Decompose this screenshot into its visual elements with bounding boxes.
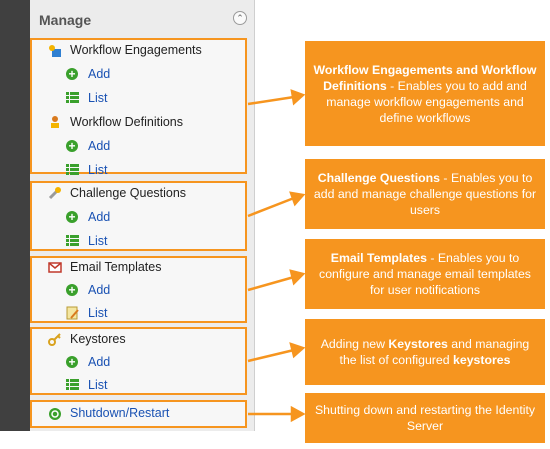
- challenge-questions-callout: Challenge Questions - Enables you to add…: [305, 159, 545, 229]
- shutdown-callout-text: Shutting down and restarting the Identit…: [314, 403, 536, 433]
- shutdown-callout: Shutting down and restarting the Identit…: [305, 393, 545, 443]
- challenge-callout-bold: Challenge Questions: [317, 171, 441, 185]
- keystores-callout-bold2: keystores: [453, 353, 511, 367]
- keystores-callout-pre: Adding new: [320, 337, 389, 351]
- workflow-callout: Workflow Engagements and Workflow Defini…: [305, 41, 545, 146]
- email-callout-bold: Email Templates: [330, 251, 427, 265]
- keystores-callout: Adding new Keystores and managing the li…: [305, 319, 545, 385]
- email-templates-callout: Email Templates - Enables you to configu…: [305, 239, 545, 309]
- keystores-callout-bold: Keystores: [388, 337, 448, 351]
